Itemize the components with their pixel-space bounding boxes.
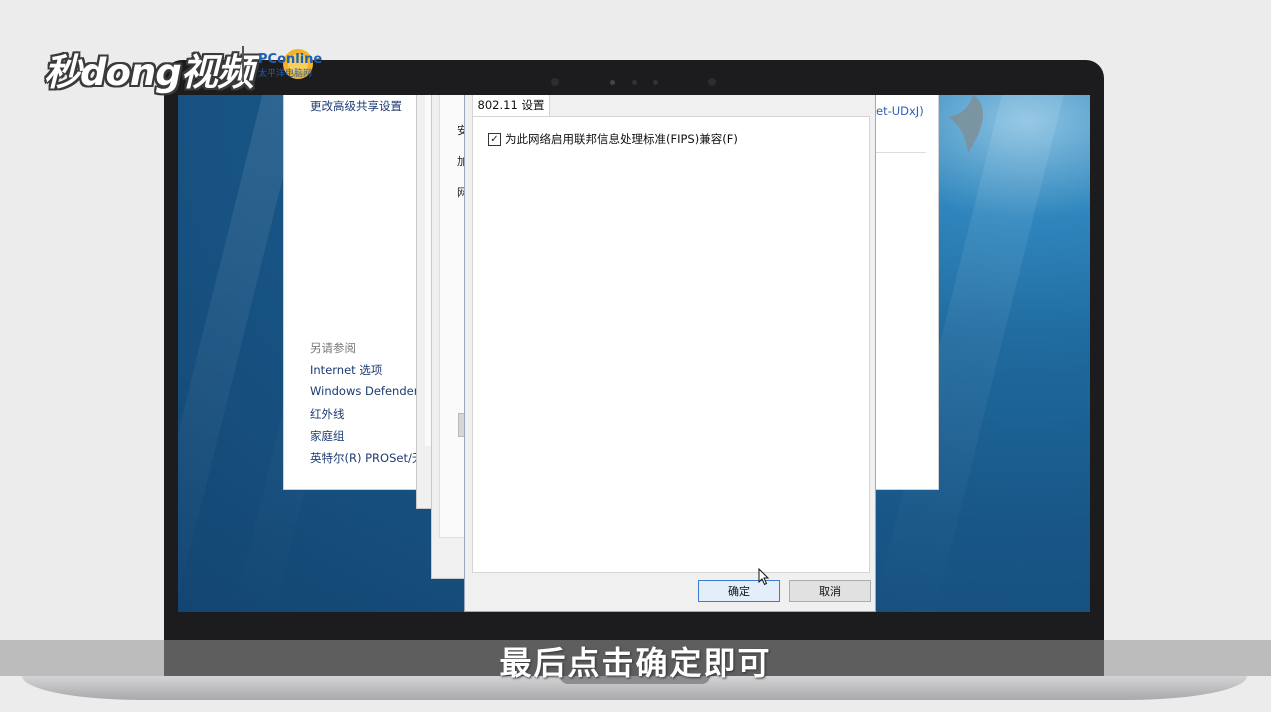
desktop-screen: 更改高级共享设置 另请参阅 Internet 选项 Windows Defend…: [178, 95, 1090, 612]
divider: [876, 152, 926, 153]
camera-icon: [708, 78, 716, 86]
advanced-sharing-link[interactable]: 更改高级共享设置: [310, 98, 402, 114]
windows-defender-link[interactable]: Windows Defender: [310, 384, 418, 398]
mouse-cursor-icon: [758, 568, 770, 586]
tab-80211-settings[interactable]: 802.11 设置: [472, 95, 550, 117]
network-name-link[interactable]: et-UDxJ): [876, 104, 924, 118]
cancel-button[interactable]: 取消: [789, 580, 871, 602]
tab-page: ✓ 为此网络启用联邦信息处理标准(FIPS)兼容(F): [472, 116, 870, 573]
pconline-subtitle: 太平洋电脑网: [258, 69, 313, 79]
fips-settings-dialog: 802.11 设置 ✓ 为此网络启用联邦信息处理标准(FIPS)兼容(F) 确定…: [464, 95, 876, 612]
sensor-icon: [610, 80, 615, 85]
sensor-icon: [653, 80, 658, 85]
sensor-icon: [551, 78, 559, 86]
miaodong-logo: 秒dong视频: [44, 51, 254, 94]
fips-checkbox[interactable]: ✓: [488, 132, 501, 146]
fips-option[interactable]: ✓ 为此网络启用联邦信息处理标准(FIPS)兼容(F): [488, 131, 738, 147]
video-subtitle: 最后点击确定即可: [499, 644, 772, 682]
internet-options-link[interactable]: Internet 选项: [310, 362, 382, 378]
fips-checkbox-label[interactable]: 为此网络启用联邦信息处理标准(FIPS)兼容(F): [505, 131, 738, 147]
pconline-logo: PConline: [258, 52, 323, 67]
infrared-link[interactable]: 红外线: [310, 406, 345, 422]
intel-proset-link[interactable]: 英特尔(R) PROSet/无: [310, 450, 423, 466]
homegroup-link[interactable]: 家庭组: [310, 428, 345, 444]
dolphin-fin-icon: [948, 95, 984, 153]
logo-separator: [242, 46, 244, 82]
sensor-icon: [632, 80, 637, 85]
see-also-heading: 另请参阅: [310, 341, 356, 355]
